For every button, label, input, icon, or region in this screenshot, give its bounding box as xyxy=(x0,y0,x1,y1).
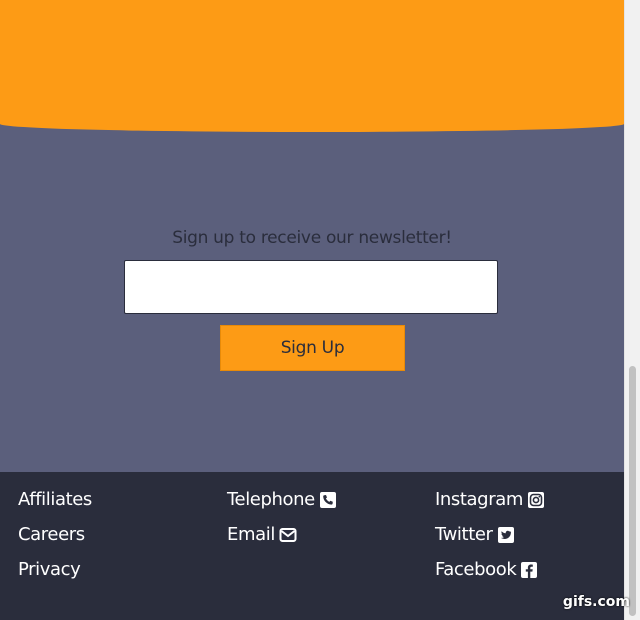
footer-link-affiliates[interactable]: Affiliates xyxy=(18,482,92,517)
footer-link-label: Facebook xyxy=(435,559,517,580)
watermark-label: gifs.com xyxy=(562,594,630,610)
instagram-icon xyxy=(527,491,545,509)
newsletter-email-input[interactable] xyxy=(124,260,498,314)
twitter-icon xyxy=(497,526,515,544)
footer-link-telephone[interactable]: Telephone xyxy=(227,482,337,517)
footer-link-label: Twitter xyxy=(435,524,493,545)
footer-link-careers[interactable]: Careers xyxy=(18,517,92,552)
footer-link-label: Telephone xyxy=(227,489,315,510)
sign-up-button[interactable]: Sign Up xyxy=(220,325,405,371)
hero-orange-band xyxy=(0,0,624,132)
footer-column-contact: Telephone Email xyxy=(227,482,337,552)
footer-link-label: Privacy xyxy=(18,559,81,580)
facebook-icon xyxy=(520,561,538,579)
footer-link-twitter[interactable]: Twitter xyxy=(435,517,545,552)
footer-link-privacy[interactable]: Privacy xyxy=(18,552,92,587)
newsletter-title: Sign up to receive our newsletter! xyxy=(172,228,452,248)
footer-link-label: Email xyxy=(227,524,275,545)
footer-column-company: Affiliates Careers Privacy xyxy=(18,482,92,587)
footer-link-facebook[interactable]: Facebook xyxy=(435,552,545,587)
newsletter-section: Sign up to receive our newsletter! Sign … xyxy=(0,132,624,472)
scrollbar-thumb[interactable] xyxy=(629,366,636,616)
site-footer: Affiliates Careers Privacy Telephone Ema… xyxy=(0,472,624,620)
footer-column-social: Instagram Twitter Facebook xyxy=(435,482,545,587)
page-scrollbar[interactable] xyxy=(624,0,640,620)
phone-icon xyxy=(319,491,337,509)
footer-link-label: Instagram xyxy=(435,489,523,510)
footer-link-instagram[interactable]: Instagram xyxy=(435,482,545,517)
envelope-icon xyxy=(279,526,297,544)
footer-link-email[interactable]: Email xyxy=(227,517,337,552)
footer-link-label: Affiliates xyxy=(18,489,92,510)
footer-link-label: Careers xyxy=(18,524,85,545)
